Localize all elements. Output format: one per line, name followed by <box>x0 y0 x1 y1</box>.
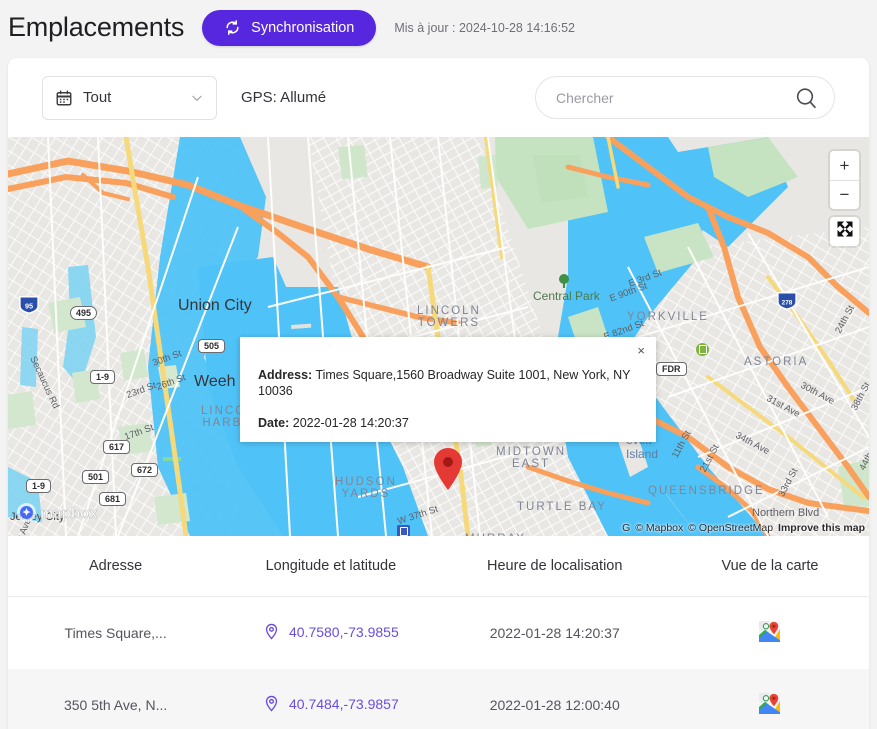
fullscreen-control <box>830 217 859 246</box>
column-header-time[interactable]: Heure de localisation <box>438 536 671 597</box>
search-box[interactable] <box>535 76 835 119</box>
zoom-controls: + − <box>830 151 859 209</box>
table-header-row: Adresse Longitude et latitude Heure de l… <box>8 536 869 597</box>
google-maps-icon[interactable] <box>759 621 781 642</box>
latlng-text: 40.7580,-73.9855 <box>288 623 399 640</box>
page-title: Emplacements <box>8 12 185 42</box>
fullscreen-icon <box>835 219 855 244</box>
attrib-osm[interactable]: © OpenStreetMap <box>688 522 773 534</box>
latlng-value-wrap[interactable]: 40.7484,-73.9857 <box>263 695 399 712</box>
page-header: Emplacements Synchronisation Mis à jour … <box>0 0 877 55</box>
popup-date-value: 2022-01-28 14:20:37 <box>292 415 409 430</box>
fullscreen-button[interactable] <box>830 217 859 246</box>
refresh-icon <box>224 19 241 36</box>
attrib-improve-link[interactable]: Improve this map <box>778 522 865 534</box>
attrib-prefix: G <box>622 522 631 534</box>
date-filter-value: Tout <box>83 89 112 106</box>
map-attribution: G © Mapbox © OpenStreetMap Improve this … <box>622 522 865 534</box>
sync-button-label: Synchronisation <box>251 19 355 36</box>
cell-address: 350 5th Ave, N... <box>63 697 168 713</box>
cell-address: Times Square,... <box>64 625 167 641</box>
table-row[interactable]: 350 5th Ave, N... 40.7484,-73.9857 2022-… <box>8 669 869 729</box>
mapbox-logo[interactable]: mapbox <box>16 502 102 528</box>
latlng-text: 40.7484,-73.9857 <box>288 695 399 712</box>
chevron-down-icon <box>190 91 204 105</box>
cell-time: 2022-01-28 14:20:37 <box>489 625 620 641</box>
table-head: Adresse Longitude et latitude Heure de l… <box>8 536 869 597</box>
date-filter-select[interactable]: Tout <box>42 75 217 120</box>
cell-latlng: 40.7580,-73.9855 <box>223 597 438 670</box>
table-body: Times Square,... 40.7580,-73.9855 2022-0… <box>8 597 869 729</box>
close-icon[interactable]: × <box>634 341 648 360</box>
popup-address-value: Times Square,1560 Broadway Suite 1001, N… <box>258 368 631 399</box>
map-view[interactable]: Union City Weeh Hoboken Jersey City LINC… <box>8 137 869 536</box>
tree-icon <box>559 274 569 288</box>
zoom-out-button[interactable]: − <box>830 180 859 209</box>
gps-status: GPS: Allumé <box>241 89 327 106</box>
content-card: Tout GPS: Allumé Chercher Union City Wee… <box>8 58 869 729</box>
last-updated-text: Mis à jour : 2024-10-28 14:16:52 <box>394 20 576 35</box>
mapbox-logo-text: mapbox <box>40 505 98 522</box>
cell-mapview <box>671 669 869 729</box>
latlng-value-wrap[interactable]: 40.7580,-73.9855 <box>263 623 399 640</box>
map-marker[interactable] <box>432 447 464 491</box>
locations-table: Adresse Longitude et latitude Heure de l… <box>8 536 869 729</box>
column-header-mapview[interactable]: Vue de la carte <box>670 536 869 597</box>
zoom-in-button[interactable]: + <box>830 151 859 180</box>
search-icon[interactable] <box>794 86 818 110</box>
locations-page: Emplacements Synchronisation Mis à jour … <box>0 0 877 729</box>
popup-date-row: Date: 2022-01-28 14:20:37 <box>258 415 638 431</box>
popup-date-label: Date: <box>258 415 290 430</box>
map-popup: × Address: Times Square,1560 Broadway Su… <box>240 337 656 442</box>
column-header-latlng[interactable]: Longitude et latitude <box>223 536 439 597</box>
popup-address-row: Address: Times Square,1560 Broadway Suit… <box>258 367 638 400</box>
column-header-address[interactable]: Adresse <box>8 536 224 597</box>
location-pin-icon <box>263 695 280 712</box>
calendar-icon <box>55 89 73 107</box>
popup-address-label: Address: <box>258 368 313 382</box>
google-maps-icon[interactable] <box>759 693 781 714</box>
search-input[interactable] <box>556 89 794 106</box>
cell-time: 2022-01-28 12:00:40 <box>489 697 620 713</box>
table-row[interactable]: Times Square,... 40.7580,-73.9855 2022-0… <box>8 597 869 670</box>
sync-button[interactable]: Synchronisation <box>202 9 377 46</box>
attrib-mapbox[interactable]: © Mapbox <box>635 522 683 534</box>
cell-mapview <box>671 597 869 670</box>
location-pin-icon <box>263 623 280 640</box>
toolbar: Tout GPS: Allumé <box>8 58 869 137</box>
cell-latlng: 40.7484,-73.9857 <box>223 669 438 729</box>
